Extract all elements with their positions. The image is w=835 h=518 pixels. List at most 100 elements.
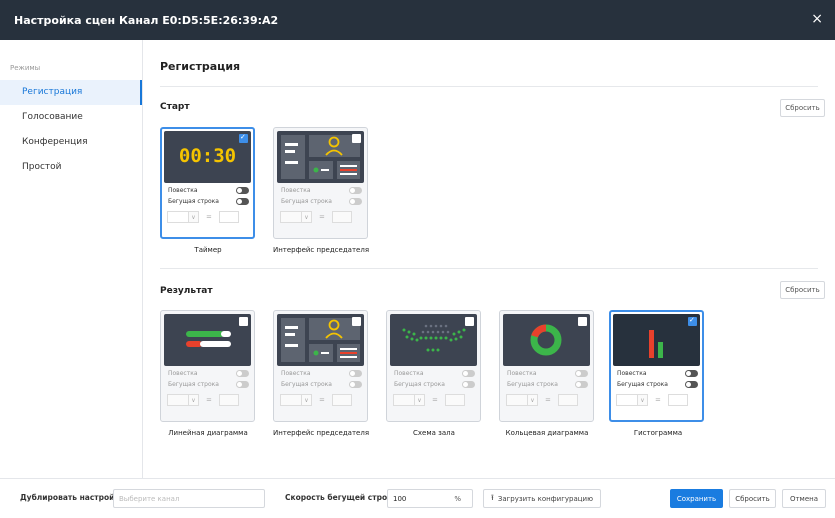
- upload-config-button[interactable]: ⭱ Загрузить конфигурацию: [483, 489, 601, 508]
- chevron-down-icon[interactable]: ∨: [302, 211, 312, 223]
- equals-sign: =: [206, 213, 212, 221]
- value-field[interactable]: [331, 211, 352, 223]
- agenda-label: Повестка: [281, 369, 311, 377]
- select-field[interactable]: [280, 211, 302, 223]
- main-panel: Регистрация Старт Сбросить 00:30 Повестк…: [143, 40, 835, 478]
- ticker-label: Бегущая строка: [281, 380, 332, 388]
- window-title: Настройка сцен Канал E0:D5:5E:26:39:A2: [14, 13, 279, 27]
- chairman-thumbnail: [277, 131, 364, 183]
- agenda-toggle[interactable]: [349, 186, 362, 194]
- agenda-label: Повестка: [507, 369, 537, 377]
- card-label-histogram: Гистограмма: [633, 429, 683, 437]
- sidebar-header: Режимы: [10, 64, 41, 72]
- select-field[interactable]: [280, 394, 302, 406]
- checkbox-icon[interactable]: [239, 133, 248, 143]
- sidebar: Режимы Регистрация Голосование Конференц…: [0, 40, 143, 478]
- chevron-down-icon[interactable]: ∨: [415, 394, 425, 406]
- agenda-toggle[interactable]: [349, 369, 362, 377]
- page-title: Регистрация: [160, 60, 241, 73]
- ticker-speed-input[interactable]: 100 %: [387, 489, 473, 508]
- chevron-down-icon[interactable]: ∨: [189, 394, 199, 406]
- select-field[interactable]: [167, 211, 189, 223]
- agenda-toggle[interactable]: [575, 369, 588, 377]
- ticker-toggle[interactable]: [462, 380, 475, 388]
- equals-sign: =: [206, 396, 212, 404]
- ticker-label: Бегущая строка: [617, 380, 668, 388]
- percent-unit: %: [454, 494, 461, 503]
- value-field[interactable]: [444, 394, 465, 406]
- ticker-toggle[interactable]: [236, 380, 249, 388]
- scene-card-hall-scheme[interactable]: Повестка Бегущая строка ∨ =: [386, 310, 481, 422]
- agenda-toggle[interactable]: [685, 369, 698, 377]
- scene-card-chairman[interactable]: Повестка Бегущая строка ∨ =: [273, 310, 368, 422]
- upload-config-label: Загрузить конфигурацию: [497, 494, 593, 503]
- reset-button[interactable]: Сбросить: [729, 489, 776, 508]
- divider: [160, 86, 818, 87]
- scene-card-histogram[interactable]: Повестка Бегущая строка ∨ =: [609, 310, 704, 422]
- agenda-toggle[interactable]: [236, 369, 249, 377]
- section-title-result: Результат: [160, 286, 213, 296]
- scene-card-linear-chart[interactable]: Повестка Бегущая строка ∨ =: [160, 310, 255, 422]
- cancel-button[interactable]: Отмена: [782, 489, 826, 508]
- agenda-toggle[interactable]: [236, 186, 249, 194]
- footer-bar: Дублировать настройки: Выберите канал Ск…: [0, 478, 835, 518]
- chairman-layout-icon: [281, 318, 360, 362]
- checkbox-icon[interactable]: [239, 317, 248, 326]
- hall-scheme-thumbnail: [390, 314, 477, 366]
- chevron-down-icon[interactable]: ∨: [302, 394, 312, 406]
- select-field[interactable]: [167, 394, 189, 406]
- ticker-toggle[interactable]: [349, 197, 362, 205]
- card-label-chairman: Интерфейс председателя: [272, 429, 370, 437]
- histogram-thumbnail: [613, 314, 700, 366]
- select-field[interactable]: [506, 394, 528, 406]
- scene-card-ring-chart[interactable]: Повестка Бегущая строка ∨ =: [499, 310, 594, 422]
- checkbox-icon[interactable]: [688, 316, 697, 326]
- equals-sign: =: [655, 396, 661, 404]
- value-field[interactable]: [218, 211, 239, 223]
- save-button[interactable]: Сохранить: [670, 489, 723, 508]
- chevron-down-icon[interactable]: ∨: [528, 394, 538, 406]
- checkbox-icon[interactable]: [465, 317, 474, 326]
- agenda-toggle[interactable]: [462, 369, 475, 377]
- sidebar-item-registration[interactable]: Регистрация: [0, 80, 142, 105]
- scene-card-chairman[interactable]: Повестка Бегущая строка ∨ =: [273, 127, 368, 239]
- ticker-toggle[interactable]: [685, 380, 698, 388]
- card-label-ring-chart: Кольцевая диаграмма: [505, 429, 589, 437]
- value-field[interactable]: [557, 394, 578, 406]
- value-field[interactable]: [218, 394, 239, 406]
- value-field[interactable]: [667, 394, 688, 406]
- ring-chart-thumbnail: [503, 314, 590, 366]
- seat-map-icon: [402, 324, 466, 352]
- select-field[interactable]: [616, 394, 638, 406]
- reset-result-button[interactable]: Сбросить: [780, 281, 825, 299]
- checkbox-icon[interactable]: [578, 317, 587, 326]
- sidebar-item-voting[interactable]: Голосование: [0, 105, 142, 130]
- duplicate-settings-label: Дублировать настройки:: [20, 493, 128, 502]
- upload-icon: ⭱: [491, 492, 494, 502]
- reset-start-button[interactable]: Сбросить: [780, 99, 825, 117]
- card-label-chairman: Интерфейс председателя: [272, 246, 370, 254]
- divider: [160, 268, 818, 269]
- close-icon[interactable]: ×: [811, 11, 823, 27]
- ticker-label: Бегущая строка: [507, 380, 558, 388]
- ticker-toggle[interactable]: [349, 380, 362, 388]
- equals-sign: =: [319, 396, 325, 404]
- sidebar-item-simple[interactable]: Простой: [0, 155, 142, 180]
- equals-sign: =: [319, 213, 325, 221]
- chevron-down-icon[interactable]: ∨: [638, 394, 648, 406]
- sidebar-item-conference[interactable]: Конференция: [0, 130, 142, 155]
- agenda-label: Повестка: [394, 369, 424, 377]
- select-field[interactable]: [393, 394, 415, 406]
- scene-card-timer[interactable]: 00:30 Повестка Бегущая строка ∨ =: [160, 127, 255, 239]
- ticker-toggle[interactable]: [575, 380, 588, 388]
- agenda-label: Повестка: [281, 186, 311, 194]
- chevron-down-icon[interactable]: ∨: [189, 211, 199, 223]
- checkbox-icon[interactable]: [352, 317, 361, 326]
- ticker-toggle[interactable]: [236, 197, 249, 205]
- ticker-label: Бегущая строка: [394, 380, 445, 388]
- checkbox-icon[interactable]: [352, 134, 361, 143]
- equals-sign: =: [545, 396, 551, 404]
- value-field[interactable]: [331, 394, 352, 406]
- channel-select[interactable]: Выберите канал: [113, 489, 265, 508]
- ticker-label: Бегущая строка: [168, 197, 219, 205]
